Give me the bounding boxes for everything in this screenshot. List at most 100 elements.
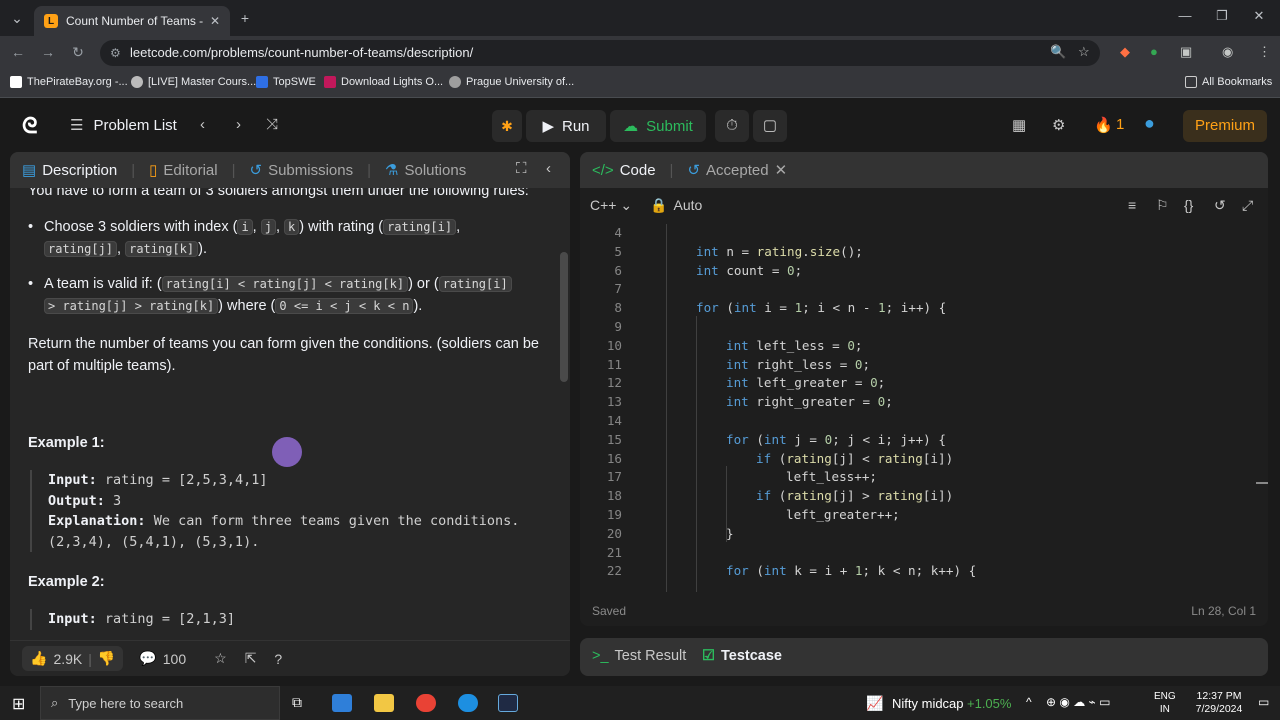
terminal-app-icon[interactable] — [498, 694, 518, 712]
run-label: Run — [562, 117, 590, 135]
file-explorer-icon[interactable] — [374, 694, 394, 712]
code-editor[interactable]: 4 5 int n = rating.size(); 6 int count = 0; 7… — [580, 224, 1268, 592]
debug-icon[interactable]: ✱ — [492, 110, 522, 142]
notification-icon[interactable]: ▭ — [1258, 695, 1269, 709]
timer-icon[interactable]: ⏱ — [715, 110, 749, 142]
tab-search-icon[interactable]: ⌄ — [6, 8, 28, 28]
inline-code: rating[i] < rating[j] < rating[k] — [161, 276, 409, 292]
site-info-icon[interactable]: ⚙ — [110, 40, 121, 66]
format-icon[interactable]: ≡ — [1128, 197, 1136, 213]
line-text: left_less++; — [786, 469, 877, 485]
comments-button[interactable]: 💬 100 — [139, 650, 186, 667]
taskbar-search[interactable]: ⌕ Type here to search — [40, 686, 280, 720]
line-text: int right_less = 0; — [726, 356, 871, 372]
cursor-highlight — [272, 437, 302, 467]
thumbs-down-icon[interactable]: 👎 — [98, 650, 115, 667]
tab-code[interactable]: </> Code — [592, 162, 656, 179]
share-icon[interactable]: ⇱ — [245, 650, 257, 667]
code-line: 22 for (int k = i + 1; k < n; k++) { — [580, 562, 1260, 581]
user-avatar-icon[interactable]: ● — [1144, 113, 1155, 134]
back-icon[interactable]: ← — [8, 44, 28, 62]
play-icon: ▶ — [542, 118, 554, 135]
browser-tab[interactable]: L Count Number of Teams - LeetCode ✕ — [34, 6, 230, 36]
all-bookmarks[interactable]: All Bookmarks — [1185, 76, 1272, 88]
tray-icons[interactable]: ⊕ ◉ ☁ ⌁ ▭ — [1046, 695, 1110, 709]
reset-icon[interactable]: ↺ — [1214, 197, 1226, 214]
inline-code: j — [260, 219, 276, 235]
like-button[interactable]: 👍 2.9K | 👎 — [22, 646, 124, 671]
tab-testcase[interactable]: ☑ Testcase — [702, 648, 782, 664]
zoom-icon[interactable]: 🔍 — [1050, 44, 1066, 60]
streak-fire-icon[interactable]: 🔥 — [1094, 116, 1113, 134]
tab-solutions[interactable]: ⚗ Solutions — [385, 161, 466, 180]
tray-chevron-icon[interactable]: ^ — [1026, 695, 1032, 709]
cursor-position: Ln 28, Col 1 — [1191, 604, 1256, 618]
close-tab-icon[interactable]: ✕ — [210, 14, 220, 28]
task-view-icon[interactable]: ⧉ — [292, 694, 302, 711]
tab-accepted[interactable]: ↺ Accepted ✕ — [687, 161, 788, 180]
profile-avatar-icon[interactable]: ◉ — [1222, 44, 1233, 60]
mail-icon[interactable] — [332, 694, 352, 712]
tab-divider: | — [367, 161, 372, 179]
bookmark-item[interactable]: Download Lights O... — [324, 76, 443, 88]
code-line: 17 left_less++; — [580, 468, 1260, 487]
reload-icon[interactable]: ↻ — [68, 44, 88, 62]
premium-button[interactable]: Premium — [1183, 110, 1267, 142]
shuffle-icon[interactable]: ⤨ — [266, 116, 278, 133]
star-icon[interactable]: ☆ — [214, 650, 227, 667]
language-indicator[interactable]: ENG IN — [1154, 690, 1176, 716]
tab-description[interactable]: ▤ Description — [22, 161, 117, 180]
help-icon[interactable]: ? — [274, 651, 282, 667]
minimize-icon[interactable]: — — [1170, 8, 1200, 28]
fullscreen-icon[interactable]: ⤢ — [1242, 197, 1253, 214]
run-button[interactable]: ▶ Run — [526, 110, 606, 142]
thumbs-up-icon: 👍 — [30, 650, 48, 666]
bookmark-item[interactable]: TopSWE — [256, 76, 316, 88]
close-tab-icon[interactable]: ✕ — [775, 161, 788, 179]
layout-icon[interactable]: ▦ — [1012, 116, 1026, 134]
chrome-icon[interactable] — [416, 694, 436, 712]
extension-brave-icon[interactable]: ◆ — [1120, 44, 1130, 60]
new-tab-icon[interactable]: + — [234, 8, 256, 28]
collapse-panel-icon[interactable]: ‹ — [546, 160, 551, 177]
language-select[interactable]: C++ ⌄ — [590, 197, 632, 214]
description-tabs: ▤ Description | ▯ Editorial | ↺ Submissions… — [10, 152, 570, 188]
lang-bottom: IN — [1159, 704, 1170, 715]
tab-editorial[interactable]: ▯ Editorial — [149, 161, 217, 180]
url-input[interactable]: ⚙ leetcode.com/problems/count-number-of-… — [100, 40, 1100, 66]
code-line: 21 — [580, 544, 1260, 563]
close-window-icon[interactable]: ✕ — [1244, 8, 1274, 28]
braces-icon[interactable]: {} — [1184, 197, 1193, 213]
extension-green-icon[interactable]: ● — [1150, 44, 1158, 59]
line-text: int left_greater = 0; — [726, 375, 886, 391]
tab-test-result[interactable]: >_ Test Result — [592, 648, 686, 664]
submit-button[interactable]: ☁ Submit — [610, 110, 706, 142]
windows-start-icon[interactable]: ⊞ — [12, 694, 25, 714]
code-line: 15 for (int j = 0; j < i; j++) { — [580, 431, 1260, 450]
description-scrollbar[interactable] — [560, 252, 568, 382]
bookmark-star-icon[interactable]: ☆ — [1078, 44, 1090, 60]
edge-icon[interactable] — [458, 694, 478, 712]
auto-label[interactable]: Auto — [674, 197, 703, 213]
next-problem-icon[interactable]: › — [236, 116, 241, 133]
notes-icon[interactable]: ▢ — [753, 110, 787, 142]
prev-problem-icon[interactable]: ‹ — [200, 116, 205, 133]
bookmark-item[interactable]: Prague University of... — [449, 76, 574, 88]
problem-list-button[interactable]: ☰ Problem List — [70, 116, 177, 135]
clock-date: 7/29/2024 — [1195, 703, 1243, 715]
bookmark-item[interactable]: ThePirateBay.org -... — [10, 76, 128, 88]
lights-out-icon — [324, 76, 336, 88]
forward-icon[interactable]: → — [38, 44, 58, 62]
maximize-panel-icon[interactable]: ⛶ — [516, 160, 527, 177]
stock-name[interactable]: Nifty midcap — [892, 696, 964, 711]
extensions-puzzle-icon[interactable]: ▣ — [1180, 44, 1192, 60]
tab-submissions[interactable]: ↺ Submissions — [250, 161, 354, 180]
maximize-icon[interactable]: ❐ — [1207, 8, 1237, 28]
leetcode-logo-icon[interactable]: ᘓ — [22, 113, 38, 139]
browser-menu-icon[interactable]: ⋮ — [1258, 44, 1271, 60]
code-line: 6 int count = 0; — [580, 262, 1260, 281]
bookmark-item[interactable]: [LIVE] Master Cours... — [131, 76, 256, 88]
clock[interactable]: 12:37 PM 7/29/2024 — [1190, 690, 1248, 716]
bookmark-icon[interactable]: ⚐ — [1156, 197, 1169, 214]
settings-gear-icon[interactable]: ⚙ — [1052, 116, 1065, 134]
